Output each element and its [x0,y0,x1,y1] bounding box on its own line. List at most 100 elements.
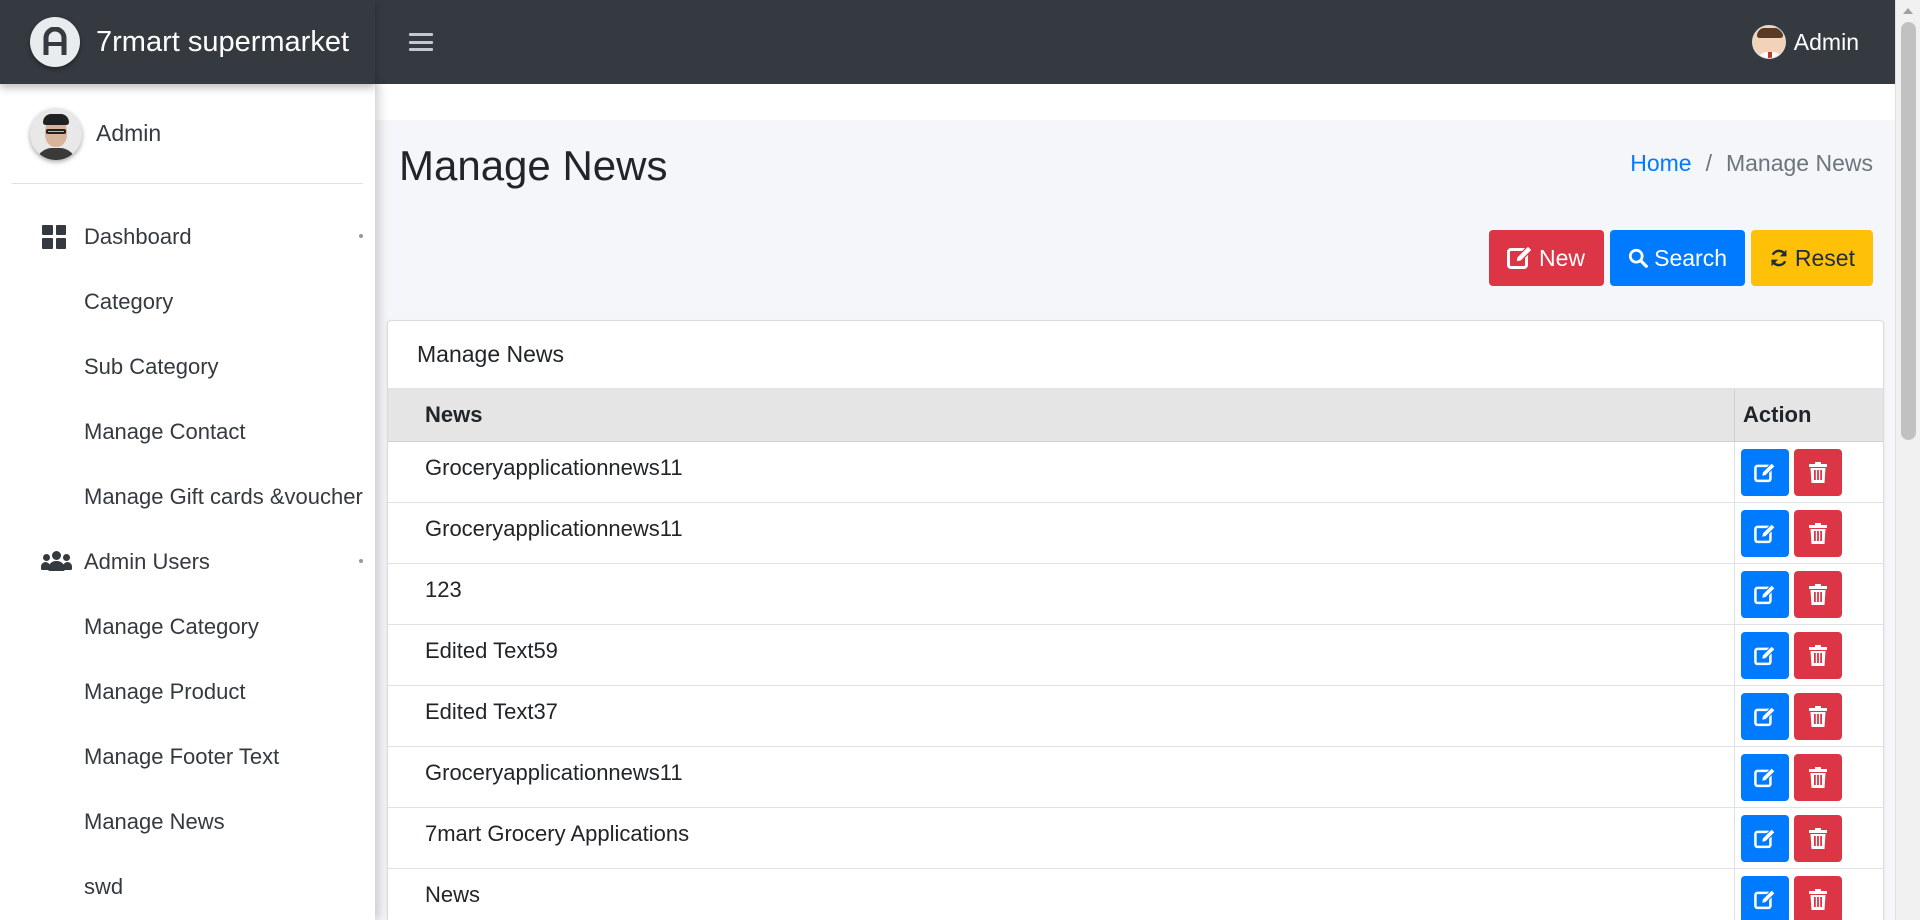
sidebar-item-label: Manage Gift cards &voucher [84,483,363,509]
scroll-up-icon[interactable] [1903,8,1913,14]
sidebar-item-manage-news[interactable]: Manage News [0,789,375,854]
edit-icon [1754,706,1776,726]
edit-icon [1754,584,1776,604]
search-icon [1628,248,1648,268]
sidebar-item-manage-footer-text[interactable]: Manage Footer Text [0,724,375,789]
avatar [30,107,82,160]
breadcrumb: Home / Manage News [1630,150,1873,177]
action-cell [1734,747,1842,807]
brand-logo-link[interactable]: 7rmart supermarket [0,0,375,84]
table-row: Edited Text59 [388,625,1883,686]
sidebar-item-label: Category [84,288,174,314]
edit-button[interactable] [1741,571,1789,618]
sidebar-item-label: Manage Footer Text [84,743,280,769]
edit-icon [1754,889,1776,909]
news-cell: News [425,882,481,907]
sync-icon [1771,249,1787,267]
page-title: Manage News [399,142,668,189]
news-cell: 7mart Grocery Applications [425,821,690,846]
sidebar-item-admin-users[interactable]: Admin Users [0,529,375,594]
delete-button[interactable] [1794,632,1842,679]
search-button[interactable]: Search [1610,230,1745,286]
sidebar-item-label: Sub Category [84,353,219,379]
page-scrollbar[interactable] [1895,0,1920,920]
navbar-user-name: Admin [1793,28,1859,55]
table-row: Edited Text37 [388,686,1883,747]
sidebar-item-sub-category[interactable]: Sub Category [0,334,375,399]
edit-button[interactable] [1741,876,1789,920]
trash-icon [1809,828,1827,849]
table-row: Groceryapplicationnews11 [388,503,1883,564]
sidebar-item-swd[interactable]: swd [0,854,375,919]
table-row: 123 [388,564,1883,625]
edit-icon [1754,828,1776,848]
delete-button[interactable] [1794,754,1842,801]
grid-icon [41,224,67,249]
main-content: Manage News Home / Manage News New Searc… [375,84,1895,920]
edit-icon [1507,246,1533,269]
news-cell: Groceryapplicationnews11 [425,760,683,785]
reset-button[interactable]: Reset [1751,230,1873,286]
search-button-label: Search [1654,244,1727,271]
action-cell [1734,808,1842,868]
new-button[interactable]: New [1489,230,1604,286]
sidebar-item-label: Admin Users [84,548,210,574]
edit-button[interactable] [1741,693,1789,740]
sidebar-item-label: Manage News [84,808,225,834]
sidebar-item-dashboard[interactable]: Dashboard [0,204,375,269]
brand-name: 7rmart supermarket [96,25,350,58]
news-cell: Edited Text59 [425,638,558,663]
sidebar-item-manage-gift-cards[interactable]: Manage Gift cards &voucher [0,464,375,529]
sidebar-user-name: Admin [96,120,162,146]
edit-icon [1754,645,1776,665]
sidebar-item-category[interactable]: Category [0,269,375,334]
sidebar-item-label: Manage Category [84,613,259,639]
table-row: Groceryapplicationnews11 [388,747,1883,808]
action-cell [1734,564,1842,624]
user-menu[interactable]: Admin [1751,25,1859,59]
sidebar-item-label: Manage Product [84,678,246,704]
trash-icon [1809,767,1827,788]
expand-caret-icon [359,234,363,238]
delete-button[interactable] [1794,693,1842,740]
sidebar-item-manage-product[interactable]: Manage Product [0,659,375,724]
action-cell [1734,503,1842,563]
action-cell [1734,442,1842,502]
delete-button[interactable] [1794,571,1842,618]
card-title: Manage News [388,321,1883,389]
table-body: Groceryapplicationnews11 Groceryapplicati… [388,442,1883,920]
edit-button[interactable] [1741,815,1789,862]
news-cell: 123 [425,577,462,602]
edit-icon [1754,767,1776,787]
delete-button[interactable] [1794,815,1842,862]
sidebar-nav: Dashboard Category Sub Category Manage C… [0,184,375,919]
edit-button[interactable] [1741,510,1789,557]
sidebar-user-panel[interactable]: Admin [12,84,363,184]
trash-icon [1809,645,1827,666]
column-header-action: Action [1734,389,1811,441]
scrollbar-thumb[interactable] [1901,22,1916,440]
table-row: Groceryapplicationnews11 [388,442,1883,503]
breadcrumb-home-link[interactable]: Home [1630,150,1691,177]
action-toolbar: New Search Reset [1489,230,1873,286]
delete-button[interactable] [1794,876,1842,920]
delete-button[interactable] [1794,449,1842,496]
action-cell [1734,869,1842,920]
sidebar-item-manage-category[interactable]: Manage Category [0,594,375,659]
sidebar: Admin Dashboard Category Sub Category Ma… [0,84,375,920]
users-icon [41,550,72,573]
trash-icon [1809,706,1827,727]
top-navbar: Admin [375,0,1895,84]
brand-logo-icon [30,17,80,67]
delete-button[interactable] [1794,510,1842,557]
menu-toggle-icon[interactable] [409,31,433,53]
sidebar-item-manage-contact[interactable]: Manage Contact [0,399,375,464]
edit-button[interactable] [1741,449,1789,496]
table-header: News Action [388,389,1883,442]
edit-button[interactable] [1741,754,1789,801]
action-cell [1734,625,1842,685]
expand-caret-icon [359,559,363,563]
trash-icon [1809,889,1827,910]
edit-button[interactable] [1741,632,1789,679]
table-row: 7mart Grocery Applications [388,808,1883,869]
